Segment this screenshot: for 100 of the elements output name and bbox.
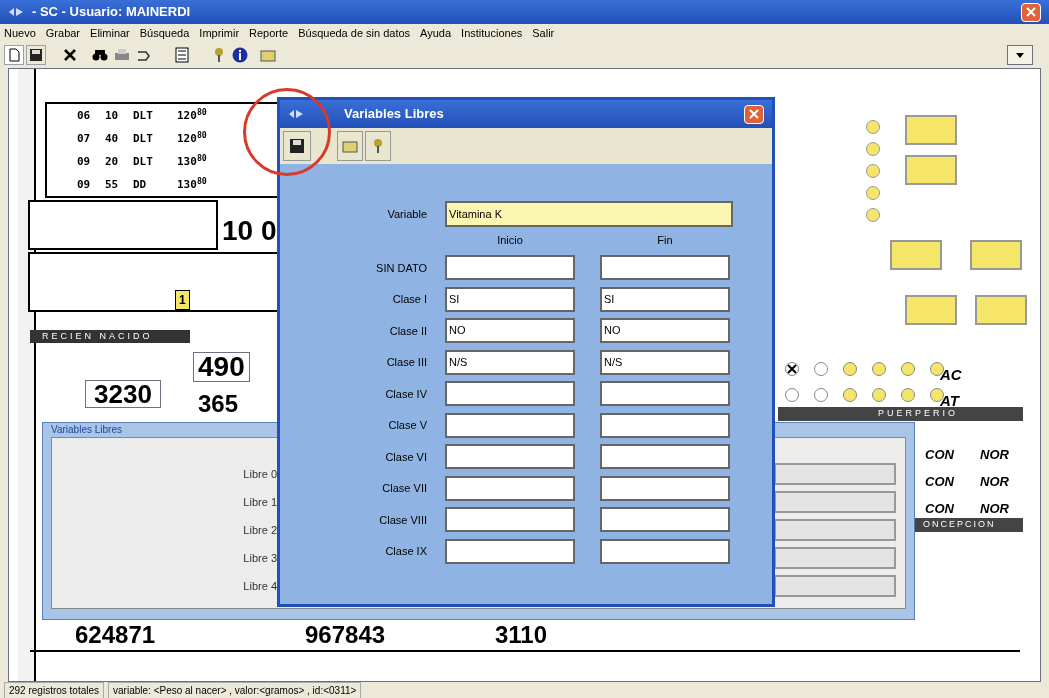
save-button[interactable] — [283, 131, 311, 161]
field-label: Clase VIII — [378, 512, 428, 528]
field-label: Clase VI — [384, 449, 428, 465]
input-field[interactable] — [600, 381, 730, 407]
input-field[interactable] — [774, 547, 896, 569]
field-label: Clase I — [391, 292, 428, 307]
table-cell-text: 06 — [77, 108, 91, 124]
input-field[interactable] — [445, 444, 575, 470]
close-icon — [63, 48, 77, 62]
input-field[interactable] — [445, 538, 575, 564]
menu-item[interactable]: Eliminar — [90, 24, 130, 42]
new-document-icon — [8, 48, 20, 62]
large-value: 967843 — [305, 623, 386, 647]
table-cell-text: DLT — [133, 131, 153, 147]
caret-icon — [1016, 52, 1024, 58]
large-value: 10 0 — [222, 217, 277, 245]
large-value: 365 — [198, 392, 239, 416]
field-label: Clase IV — [384, 386, 428, 402]
table-cell-text: 07 — [77, 131, 91, 147]
menu-item[interactable]: Nuevo — [4, 24, 36, 42]
menu-item[interactable]: Búsqueda — [139, 24, 190, 42]
input-field[interactable] — [600, 444, 730, 470]
input-field[interactable] — [600, 475, 730, 501]
table-cell-text: 55 — [105, 177, 119, 193]
field-label: Clase VII — [381, 481, 428, 496]
input-field[interactable] — [445, 475, 575, 501]
export-button[interactable] — [172, 45, 192, 65]
input-field[interactable]: Vitamina K — [445, 201, 733, 227]
table-cell-text: DD — [133, 177, 147, 193]
menu-item[interactable]: Búsqueda de sin datos — [298, 24, 411, 42]
input-field[interactable] — [445, 255, 575, 281]
answer-box — [970, 240, 1022, 270]
menu-item[interactable]: Instituciones — [461, 24, 523, 42]
key-icon — [214, 47, 224, 63]
input-field[interactable] — [600, 412, 730, 438]
large-value: 490 — [193, 352, 250, 382]
input-field[interactable]: NO — [600, 318, 730, 344]
folder-icon — [342, 139, 358, 153]
new-document-button[interactable] — [4, 45, 24, 65]
input-field[interactable] — [445, 507, 575, 533]
answer-box — [905, 115, 957, 145]
close-button[interactable] — [1021, 2, 1041, 22]
save-button[interactable] — [26, 45, 46, 65]
folder-icon — [260, 48, 276, 62]
info-button[interactable] — [230, 45, 250, 65]
answer-box — [890, 240, 942, 270]
field-label: Clase III — [385, 355, 428, 370]
input-field[interactable] — [774, 491, 896, 513]
input-field[interactable]: SI — [445, 286, 575, 312]
info-icon — [232, 47, 248, 63]
close-icon — [1026, 7, 1036, 17]
field-label: Clase II — [388, 323, 428, 339]
app-icon — [288, 108, 304, 120]
table-cell-text: CON — [925, 473, 954, 491]
binoculars-icon — [92, 49, 108, 61]
input-field[interactable] — [445, 412, 575, 438]
large-value: 3230 — [85, 380, 161, 408]
field-label: Clase IX — [384, 544, 428, 559]
input-field[interactable] — [774, 463, 896, 485]
window-title: - SC - Usuario: MAINERDI — [32, 3, 191, 22]
input-field[interactable] — [600, 507, 730, 533]
table-cell-text: 120$^{80}$ — [177, 108, 207, 124]
dialog-title: Variables Libres — [51, 423, 122, 437]
large-value: 3110 — [495, 623, 548, 647]
table-cell-text: 130$^{80}$ — [177, 154, 207, 170]
dropdown-button[interactable] — [1007, 45, 1033, 65]
menu-item[interactable]: Grabar — [45, 24, 81, 42]
table-cell-text: 130$^{80}$ — [177, 177, 207, 193]
input-field[interactable]: NO — [445, 318, 575, 344]
close-button[interactable] — [744, 104, 764, 124]
menu-item[interactable]: Reporte — [249, 24, 289, 42]
field-label: SIN DATO — [375, 260, 428, 276]
table-cell-text: DLT — [133, 154, 153, 170]
table-cell-text: AC — [940, 365, 962, 385]
input-field[interactable]: N/S — [445, 349, 575, 375]
menu-item[interactable]: Salir — [532, 24, 555, 42]
section-header: PUERPERIO — [778, 407, 1023, 421]
input-field[interactable] — [774, 519, 896, 541]
field-label: Libre 0 — [242, 467, 277, 482]
table-cell-text: 09 — [77, 154, 91, 170]
input-field[interactable] — [774, 575, 896, 597]
input-field[interactable] — [600, 255, 730, 281]
column-header: Fin — [656, 232, 674, 248]
close-icon — [749, 109, 759, 119]
input-field[interactable]: SI — [600, 286, 730, 312]
table-cell-text: NOR — [980, 446, 1009, 464]
table-cell-text: 09 — [77, 177, 91, 193]
input-field[interactable]: N/S — [600, 349, 730, 375]
field-label: Libre 4 — [242, 579, 277, 594]
menu-item[interactable]: Imprimir — [199, 24, 240, 42]
app-icon — [8, 6, 24, 18]
column-header: Inicio — [496, 232, 524, 248]
menu-item[interactable]: Ayuda — [420, 24, 452, 42]
input-field[interactable] — [445, 381, 575, 407]
table-cell-text: 10 — [105, 108, 119, 124]
input-field[interactable] — [600, 538, 730, 564]
field-label: Libre 3 — [242, 551, 277, 566]
key-icon — [373, 138, 383, 154]
field-label: Variable — [386, 206, 428, 222]
answer-box — [905, 295, 957, 325]
